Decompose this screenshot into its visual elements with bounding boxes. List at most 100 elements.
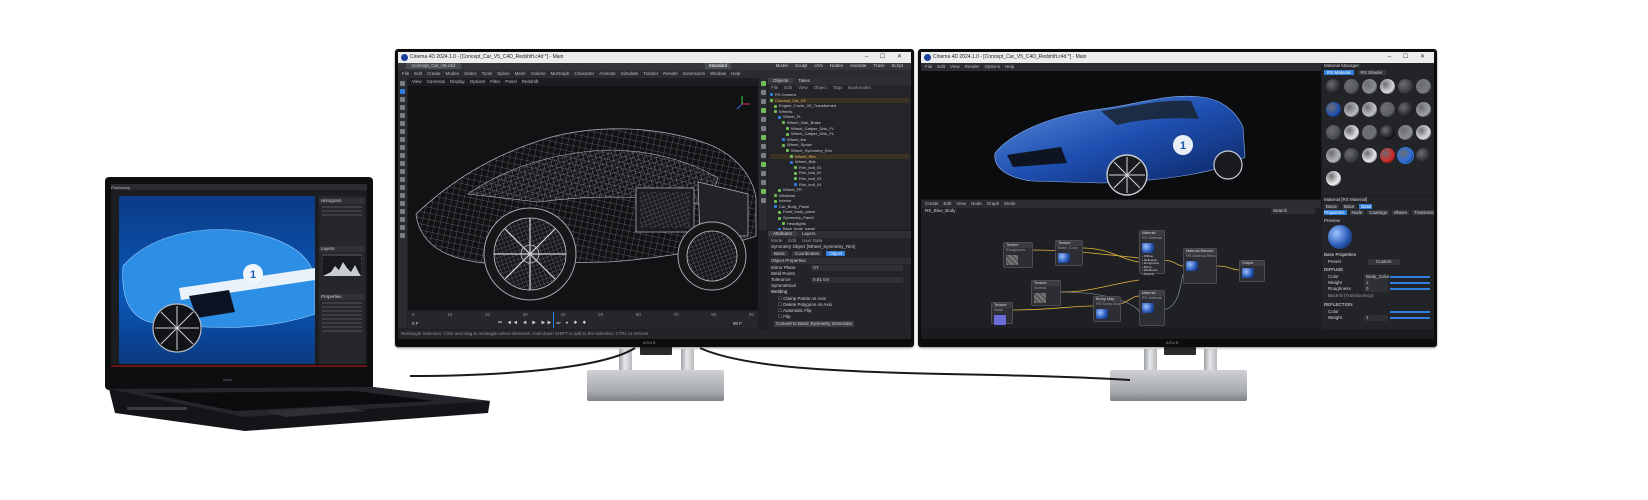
param-slider[interactable] — [1390, 311, 1430, 313]
object-tool-icon[interactable] — [760, 99, 766, 104]
viewport-menu-panel[interactable]: Panel — [505, 79, 517, 84]
menu-edit[interactable]: Edit — [414, 71, 422, 76]
object-menu-view[interactable]: View — [798, 85, 808, 90]
object-tool-icon[interactable] — [760, 171, 766, 176]
menu-tracker[interactable]: Tracker — [643, 71, 658, 76]
laptop-panel-row[interactable] — [322, 306, 362, 308]
menu-animate[interactable]: Animate — [599, 71, 616, 76]
material-swatch[interactable] — [1396, 146, 1414, 164]
render-menu-view[interactable]: View — [950, 64, 960, 69]
material-swatch[interactable] — [1379, 147, 1395, 163]
material-swatch[interactable] — [1361, 147, 1377, 163]
object-tool-icon[interactable] — [760, 180, 766, 185]
preset-value[interactable]: Custom — [1368, 259, 1400, 265]
layout-tab-nodes[interactable]: Nodes — [830, 63, 843, 68]
menu-tools[interactable]: Tools — [482, 71, 493, 76]
preset-row[interactable]: Preset Custom — [1328, 259, 1432, 265]
layout-tab-track[interactable]: Track — [873, 63, 884, 68]
tool-icon[interactable] — [400, 137, 405, 142]
material-swatch[interactable] — [1379, 124, 1395, 140]
object-tool-icon[interactable] — [760, 117, 766, 122]
shader-node-bump[interactable]: Bump Map RS Bump Map — [1093, 296, 1121, 322]
material-swatch[interactable] — [1415, 78, 1431, 94]
material-attr-tab[interactable]: Base — [1342, 204, 1357, 209]
file-tab[interactable]: Concept_Car_V5.c4d — [406, 63, 462, 69]
tool-icon[interactable] — [400, 153, 405, 158]
layout-tab-script[interactable]: Script — [891, 63, 903, 68]
object-tool-icon[interactable] — [760, 81, 766, 86]
object-tool-icon[interactable] — [760, 108, 766, 113]
material-swatch[interactable] — [1343, 124, 1359, 140]
material-swatch[interactable] — [1415, 124, 1431, 140]
render-menu-render[interactable]: Render — [965, 64, 980, 69]
material-swatch[interactable] — [1361, 101, 1377, 117]
shader-node-mat1[interactable]: Material RS Material • Diffuse • Reflection… — [1139, 230, 1165, 276]
tool-icon[interactable] — [400, 129, 405, 134]
laptop-panel-row[interactable] — [322, 310, 362, 312]
render-menu-options[interactable]: Options — [984, 64, 1000, 69]
object-tool-icon[interactable] — [760, 153, 766, 158]
material-swatch[interactable] — [1361, 78, 1377, 94]
material-tab[interactable]: RS Shader — [1357, 70, 1386, 75]
window-controls[interactable]: – ☐ ✕ — [1388, 52, 1430, 63]
laptop-panel-row[interactable] — [322, 214, 362, 216]
material-attr-tab[interactable]: Node — [1349, 209, 1365, 215]
material-swatch[interactable] — [1343, 101, 1359, 117]
menu-simulate[interactable]: Simulate — [621, 71, 639, 76]
object-tool-icon[interactable] — [760, 189, 766, 194]
tool-icon[interactable] — [400, 105, 405, 110]
viewport-menu-options[interactable]: Options — [470, 79, 486, 84]
material-swatch[interactable] — [1325, 101, 1341, 117]
tool-icon[interactable] — [400, 81, 405, 86]
attr-tab-attributes[interactable]: Attributes — [768, 231, 798, 236]
tool-icon[interactable] — [400, 121, 405, 126]
window-controls[interactable]: – ☐ ✕ — [865, 52, 907, 63]
object-tool-icon[interactable] — [760, 126, 766, 131]
menu-create[interactable]: Create — [427, 71, 441, 76]
object-tab-objects[interactable]: Objects — [768, 78, 794, 83]
material-swatch[interactable] — [1343, 147, 1359, 163]
material-swatch[interactable] — [1379, 78, 1395, 94]
photo-canvas[interactable]: 1 — [119, 196, 315, 364]
material-swatch[interactable] — [1415, 147, 1431, 163]
node-editor[interactable]: Create Edit View Node Graph Mode RS_Blue_Body… — [921, 200, 1321, 328]
menu-help[interactable]: Help — [731, 71, 740, 76]
laptop-panel-row[interactable] — [322, 314, 362, 316]
param-slider[interactable] — [1390, 282, 1430, 284]
object-tool-icon[interactable] — [760, 90, 766, 95]
menu-volume[interactable]: Volume — [531, 71, 546, 76]
laptop-panel-row[interactable] — [322, 210, 362, 212]
param-slider[interactable] — [1390, 288, 1430, 290]
laptop-panel-row[interactable] — [322, 326, 362, 328]
material-tab[interactable]: RS Material — [1324, 70, 1354, 75]
menu-mograph[interactable]: MoGraph — [551, 71, 570, 76]
menu-render[interactable]: Render — [663, 71, 678, 76]
tool-icon[interactable] — [400, 161, 405, 166]
attr-menu-user-data[interactable]: User Data — [802, 238, 822, 243]
material-swatch[interactable] — [1325, 170, 1341, 186]
material-swatch[interactable] — [1325, 78, 1341, 94]
object-menu-file[interactable]: File — [771, 85, 778, 90]
tool-icon[interactable] — [400, 113, 405, 118]
render-menu-help[interactable]: Help — [1005, 64, 1014, 69]
param-slider[interactable] — [1390, 317, 1430, 319]
laptop-panel-row[interactable] — [322, 302, 362, 304]
object-tree-row[interactable]: Back_body_panel — [770, 226, 909, 230]
menu-file[interactable]: File — [402, 71, 409, 76]
viewport-menu-redshift[interactable]: Redshift — [522, 79, 539, 84]
menu-spline[interactable]: Spline — [497, 71, 510, 76]
laptop-panel-row[interactable] — [322, 206, 362, 208]
layout-tab-sculpt[interactable]: Sculpt — [795, 63, 808, 68]
material-swatch[interactable] — [1325, 124, 1341, 140]
material-swatch[interactable] — [1397, 78, 1413, 94]
shader-node-tex2[interactable]: Texture Base_Color — [1055, 240, 1083, 266]
attr-tab-layers[interactable]: Layers — [797, 231, 821, 236]
viewport-menu-cameras[interactable]: Cameras — [427, 79, 445, 84]
tool-icon[interactable] — [400, 89, 405, 94]
param-value[interactable]: 0 — [1364, 286, 1388, 292]
layout-label[interactable]: Standard — [704, 63, 731, 69]
window-title-bar[interactable]: Cinema 4D 2024.1.0 - [Concept_Car_V5_C4D… — [921, 52, 1434, 63]
object-menu-edit[interactable]: Edit — [784, 85, 792, 90]
playback-controls[interactable]: ⏮ ◀◀ ◀ ▶ ▶▶ ⏭ ● ◆ ◆ — [498, 320, 668, 327]
object-tool-icon[interactable] — [760, 198, 766, 203]
